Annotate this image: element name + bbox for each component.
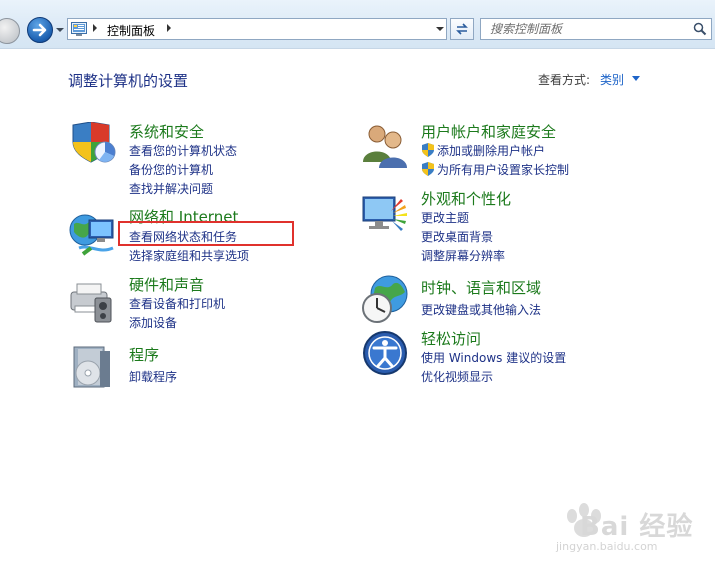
link-change-theme[interactable]: 更改主题: [421, 209, 469, 226]
user-accounts-icon[interactable]: [361, 122, 411, 168]
link-backup-computer[interactable]: 备份您的计算机: [129, 161, 213, 178]
forward-button[interactable]: [27, 17, 53, 43]
link-change-desktop-background[interactable]: 更改桌面背景: [421, 228, 493, 245]
recent-pages-dropdown-icon[interactable]: [56, 28, 64, 32]
address-history-dropdown-icon[interactable]: [436, 27, 444, 31]
watermark-text: Bai 经验: [580, 512, 694, 542]
search-input[interactable]: [481, 19, 690, 39]
clock-language-region-icon[interactable]: [361, 274, 411, 324]
breadcrumb-separator-icon[interactable]: [167, 24, 171, 32]
link-devices-printers[interactable]: 查看设备和打印机: [129, 295, 225, 312]
category-system-security[interactable]: 系统和安全: [129, 121, 204, 142]
category-user-accounts[interactable]: 用户帐户和家庭安全: [421, 121, 556, 142]
system-security-icon[interactable]: [69, 122, 119, 164]
category-clock-language-region[interactable]: 时钟、语言和区域: [421, 277, 541, 298]
search-icon[interactable]: [693, 22, 707, 36]
appearance-personalization-icon[interactable]: [361, 191, 411, 237]
network-internet-icon[interactable]: [69, 210, 119, 256]
back-button[interactable]: [0, 18, 20, 44]
address-bar[interactable]: 控制面板: [67, 18, 447, 40]
category-programs[interactable]: 程序: [129, 344, 159, 365]
refresh-icon: [456, 23, 468, 35]
link-view-computer-status[interactable]: 查看您的计算机状态: [129, 142, 237, 159]
programs-icon[interactable]: [70, 345, 116, 391]
forward-arrow-icon: [32, 23, 47, 37]
refresh-button[interactable]: [450, 18, 474, 40]
category-hardware-sound[interactable]: 硬件和声音: [129, 274, 204, 295]
link-adjust-resolution[interactable]: 调整屏幕分辨率: [421, 247, 505, 264]
chevron-down-icon[interactable]: [632, 76, 640, 81]
uac-shield-icon: [422, 162, 434, 176]
link-change-keyboard[interactable]: 更改键盘或其他输入法: [421, 301, 541, 318]
link-homegroup-sharing[interactable]: 选择家庭组和共享选项: [129, 247, 249, 264]
control-panel-icon: [71, 22, 87, 36]
breadcrumb-control-panel[interactable]: 控制面板: [107, 22, 155, 39]
link-optimize-display[interactable]: 优化视频显示: [421, 368, 493, 385]
address-toolbar: 控制面板: [0, 0, 715, 49]
page-title: 调整计算机的设置: [68, 72, 189, 90]
link-troubleshoot[interactable]: 查找并解决问题: [129, 180, 213, 197]
link-parental-controls[interactable]: 为所有用户设置家长控制: [437, 161, 569, 178]
category-appearance[interactable]: 外观和个性化: [421, 188, 511, 209]
view-by-dropdown[interactable]: 类别: [600, 71, 624, 88]
view-by-label: 查看方式:: [538, 73, 591, 87]
link-add-device[interactable]: 添加设备: [129, 314, 177, 331]
link-recommended-settings[interactable]: 使用 Windows 建议的设置: [421, 349, 566, 366]
link-uninstall-program[interactable]: 卸载程序: [129, 368, 177, 385]
watermark-url: jingyan.baidu.com: [556, 540, 658, 553]
link-add-remove-accounts[interactable]: 添加或删除用户帐户: [437, 142, 545, 159]
search-box[interactable]: [480, 18, 712, 40]
hardware-sound-icon[interactable]: [69, 278, 119, 324]
uac-shield-icon: [422, 143, 434, 157]
category-ease-of-access[interactable]: 轻松访问: [421, 328, 481, 349]
ease-of-access-icon[interactable]: [362, 330, 408, 376]
breadcrumb-separator-icon[interactable]: [93, 24, 97, 32]
highlight-annotation: [118, 221, 294, 246]
